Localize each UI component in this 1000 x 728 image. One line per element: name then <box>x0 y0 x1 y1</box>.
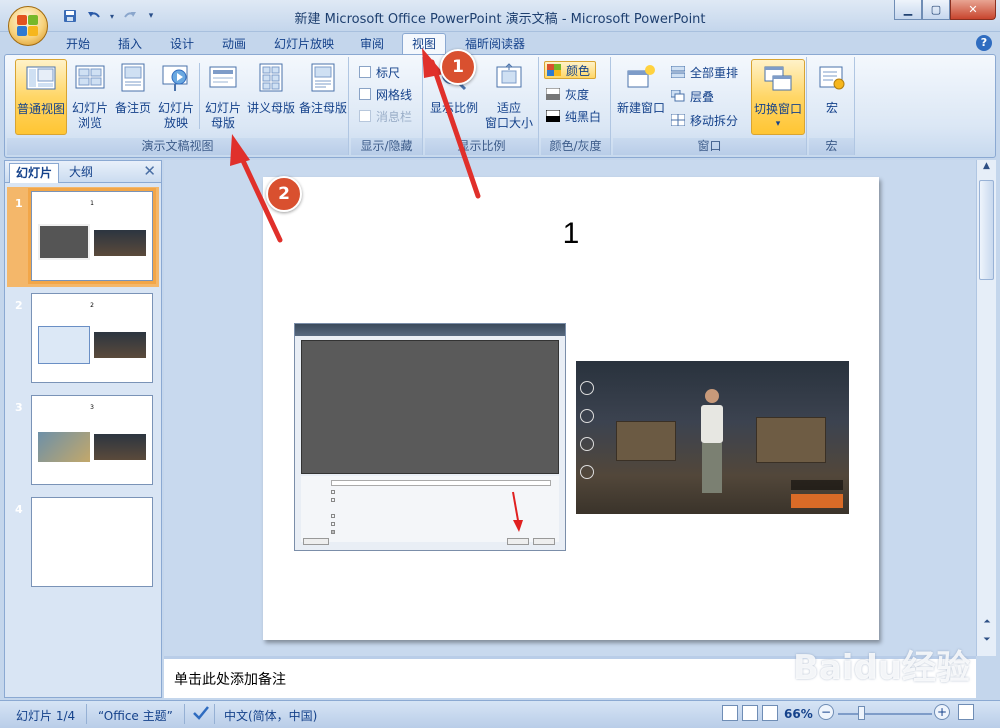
annotation-badge-2: 2 <box>266 176 302 212</box>
office-button[interactable] <box>8 6 48 46</box>
office-logo-icon <box>17 15 39 37</box>
baidu-watermark-url: jingyan.baidu.com <box>836 682 938 695</box>
annotation-badge-1: 1 <box>440 49 476 85</box>
annotation-overlay <box>230 48 481 243</box>
